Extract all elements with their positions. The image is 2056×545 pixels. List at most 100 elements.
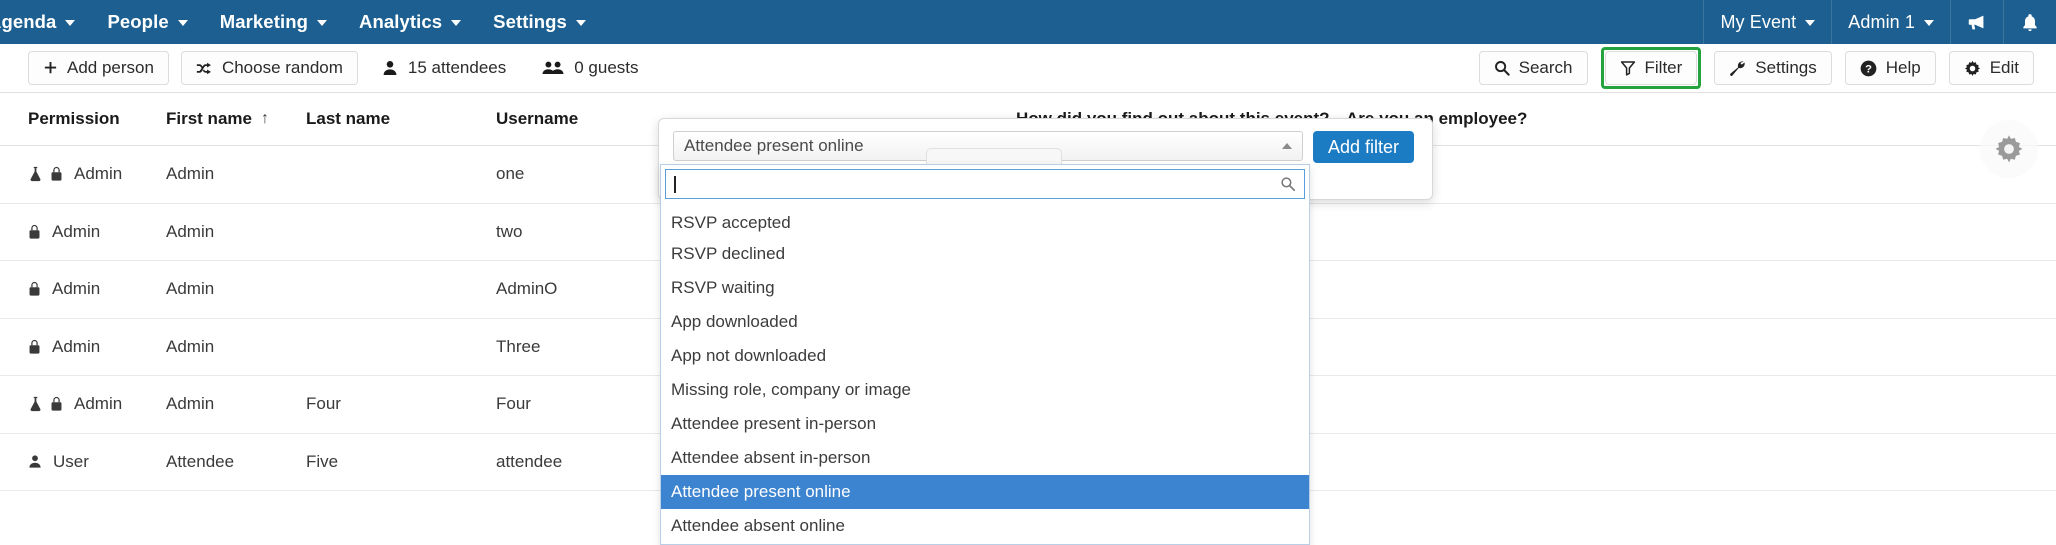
row-icon-group: [28, 339, 41, 355]
guests-count-label: 0 guests: [574, 58, 639, 77]
dropdown-search-input[interactable]: [665, 169, 1305, 199]
toolbar-right-group: Search Filter Settings ? Help Edit: [1478, 47, 2056, 89]
help-button[interactable]: ? Help: [1844, 51, 1936, 85]
cell-first-name: Admin: [166, 221, 215, 241]
help-button-label: Help: [1885, 58, 1921, 77]
lock-icon: [29, 224, 40, 239]
nav-item-label: Analytics: [359, 11, 443, 32]
column-header-first-name[interactable]: First name ↑: [166, 109, 306, 129]
lock-icon: [29, 339, 40, 354]
top-navigation-bar: Agenda People Marketing Analytics Settin…: [0, 0, 2056, 44]
nav-item-marketing[interactable]: Marketing: [204, 0, 343, 44]
filter-type-dropdown: RSVP accepted RSVP declined RSVP waiting…: [660, 164, 1310, 545]
dropdown-option[interactable]: Missing role, company or image: [661, 373, 1309, 407]
column-label: First name: [166, 109, 252, 128]
plus-icon: [44, 61, 57, 73]
permission-label: Admin: [74, 164, 123, 184]
dropdown-option-list: RSVP accepted RSVP declined RSVP waiting…: [661, 195, 1309, 544]
shuffle-icon: [196, 62, 211, 74]
nav-item-people[interactable]: People: [91, 0, 203, 44]
nav-item-user-menu[interactable]: Admin 1: [1832, 0, 1950, 44]
column-header-last-name[interactable]: Last name: [306, 109, 496, 129]
page-toolbar: Add person Choose random 15 attendees 0 …: [0, 44, 2056, 93]
cell-permission: Admin: [28, 164, 166, 184]
chevron-down-icon: [317, 20, 327, 26]
nav-item-label: Admin 1: [1848, 11, 1915, 32]
cell-permission: Admin: [28, 337, 166, 357]
dropdown-option[interactable]: RSVP declined: [661, 237, 1309, 271]
cell-permission: Admin: [28, 222, 166, 242]
settings-button[interactable]: Settings: [1714, 51, 1832, 85]
guests-count[interactable]: 0 guests: [530, 51, 650, 85]
nav-item-label: People: [107, 11, 169, 32]
cell-first-name: Admin: [166, 279, 215, 299]
edit-button-label: Edit: [1989, 58, 2019, 77]
cell-first-name: Admin: [166, 394, 215, 414]
attendees-count[interactable]: 15 attendees: [370, 51, 518, 85]
sort-ascending-icon: ↑: [260, 110, 269, 127]
edit-button[interactable]: Edit: [1948, 51, 2034, 85]
permission-label: User: [53, 451, 89, 471]
permission-label: Admin: [52, 279, 101, 299]
cell-last-name: Four: [306, 394, 341, 414]
choose-random-label: Choose random: [221, 58, 343, 77]
search-icon: [1494, 61, 1510, 76]
wrench-icon: [1730, 61, 1745, 76]
secondary-nav: My Event Admin 1: [1703, 0, 2056, 44]
column-header-permission[interactable]: Permission: [28, 109, 166, 129]
column-label: Last name: [306, 109, 391, 128]
nav-item-label: Agenda: [0, 11, 57, 32]
filter-type-selected-value: Attendee present online: [684, 136, 864, 155]
funnel-icon: [1620, 61, 1635, 76]
cell-first-name: Admin: [166, 336, 215, 356]
dropdown-option[interactable]: RSVP accepted: [661, 195, 1309, 237]
dropdown-option[interactable]: App downloaded: [661, 305, 1309, 339]
nav-item-my-event[interactable]: My Event: [1704, 0, 1831, 44]
nav-item-settings[interactable]: Settings: [477, 0, 602, 44]
gear-icon: [1964, 60, 1980, 76]
row-icon-group: [28, 224, 41, 240]
dropdown-option[interactable]: RSVP waiting: [661, 271, 1309, 305]
app-root: Agenda People Marketing Analytics Settin…: [0, 0, 2056, 545]
person-icon: [29, 455, 41, 468]
nav-item-label: My Event: [1720, 11, 1797, 32]
search-button[interactable]: Search: [1478, 51, 1588, 85]
dropdown-option-selected[interactable]: Attendee present online: [661, 475, 1309, 509]
filter-button[interactable]: Filter: [1604, 51, 1698, 85]
choose-random-button[interactable]: Choose random: [180, 51, 358, 85]
dropdown-option[interactable]: Attendee present in-person: [661, 407, 1309, 441]
permission-label: Admin: [52, 336, 101, 356]
dropdown-option[interactable]: App not downloaded: [661, 339, 1309, 373]
notifications-button[interactable]: [2004, 0, 2056, 44]
dropdown-option[interactable]: Attendee absent online: [661, 509, 1309, 543]
chevron-down-icon: [575, 20, 586, 26]
row-icon-group: [28, 166, 63, 182]
cell-permission: User: [28, 452, 166, 472]
dropdown-search-wrap: [661, 165, 1309, 203]
add-filter-label: Add filter: [1328, 136, 1400, 157]
add-filter-button[interactable]: Add filter: [1313, 131, 1415, 163]
search-button-label: Search: [1518, 58, 1573, 77]
nav-item-agenda[interactable]: Agenda: [0, 0, 91, 44]
cell-first-name: Attendee: [166, 451, 235, 471]
add-person-button[interactable]: Add person: [28, 51, 169, 85]
bell-icon: [2023, 13, 2037, 31]
caret-up-icon: [1282, 143, 1292, 149]
row-icon-group: [28, 396, 63, 412]
nav-item-label: Marketing: [219, 11, 308, 32]
search-icon: [1280, 176, 1296, 192]
floating-settings-button[interactable]: [1980, 120, 2038, 178]
permission-label: Admin: [74, 394, 123, 414]
attendees-count-label: 15 attendees: [407, 58, 507, 77]
primary-nav: Agenda People Marketing Analytics Settin…: [0, 0, 602, 44]
gear-icon: [1995, 135, 2023, 163]
nav-item-analytics[interactable]: Analytics: [343, 0, 477, 44]
cell-permission: Admin: [28, 279, 166, 299]
toolbar-left-group: Add person Choose random 15 attendees 0 …: [0, 51, 651, 85]
filter-button-label: Filter: [1644, 58, 1683, 77]
svg-text:?: ?: [1865, 63, 1872, 75]
row-icon-group: [28, 281, 41, 297]
permission-label: Admin: [52, 221, 101, 241]
dropdown-option[interactable]: Attendee absent in-person: [661, 441, 1309, 475]
announcements-button[interactable]: [1951, 0, 2003, 44]
